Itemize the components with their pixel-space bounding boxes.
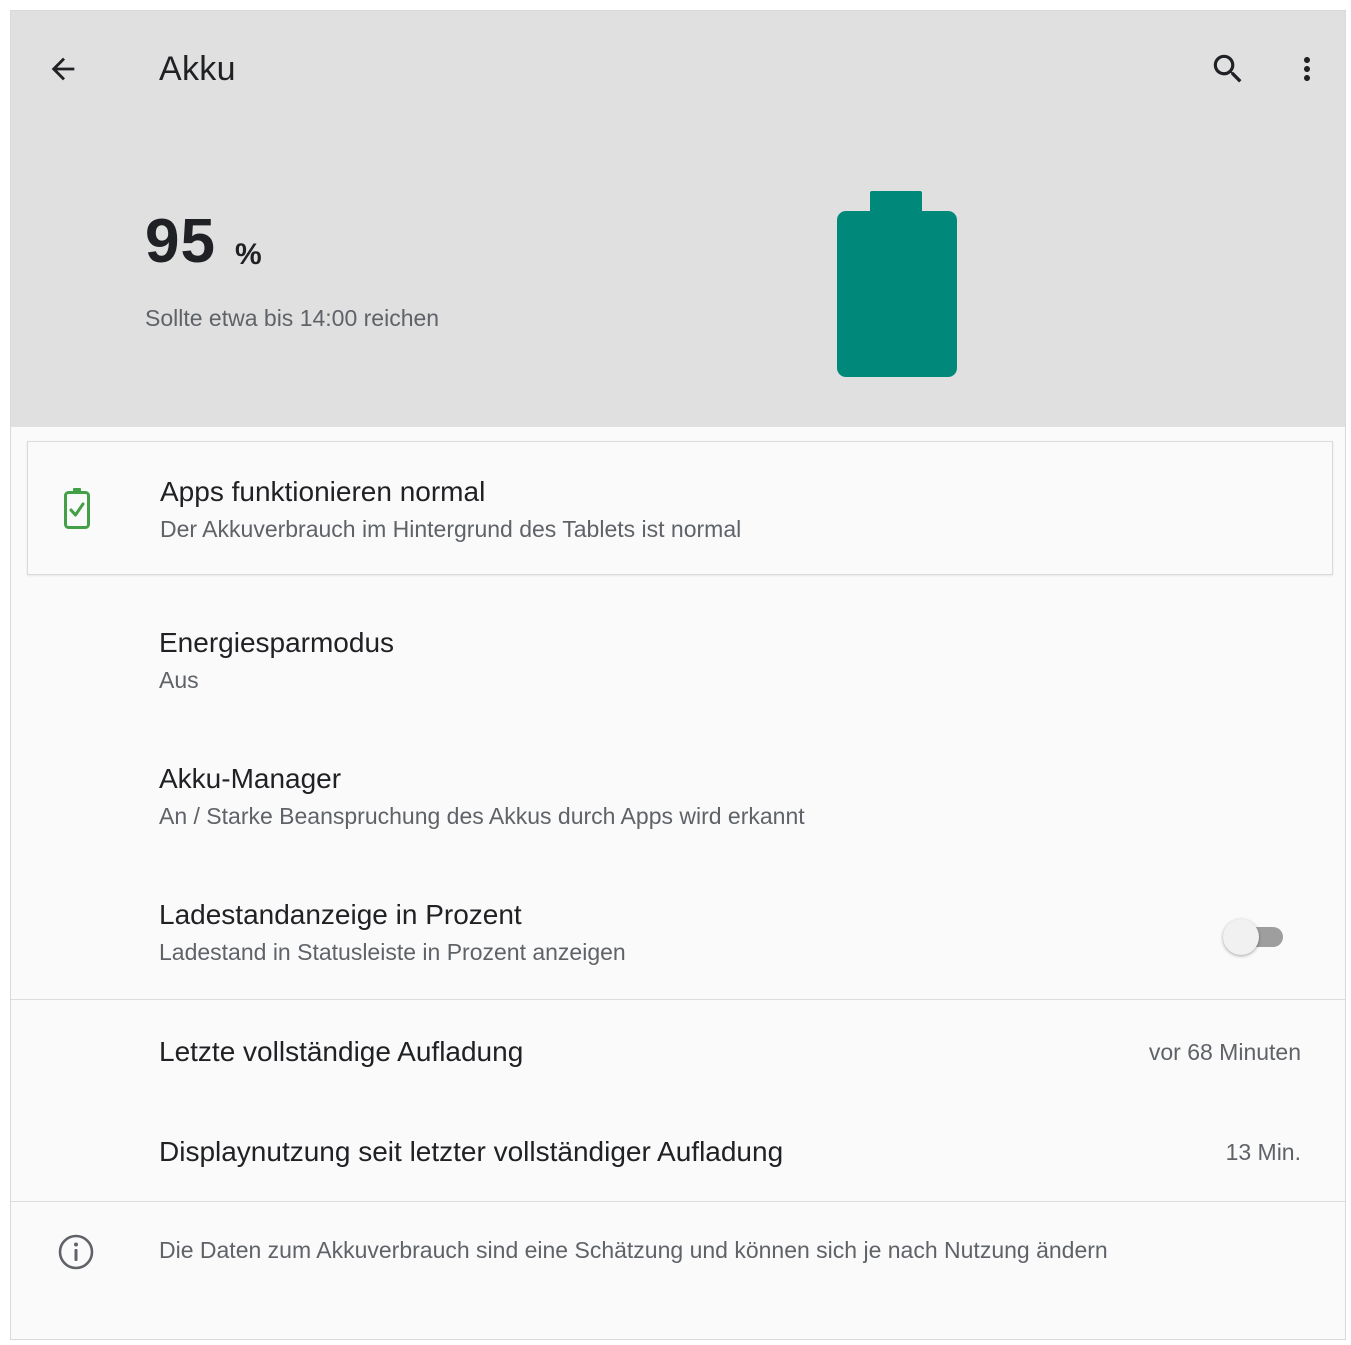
battery-level-value: 95 [145, 207, 216, 276]
tip-summary: Der Akkuverbrauch im Hintergrund des Tab… [160, 516, 742, 542]
divider [11, 999, 1345, 1000]
battery-tip-card[interactable]: Apps funktionieren normal Der Akkuverbra… [27, 441, 1333, 575]
screen-usage-value: 13 Min. [1225, 1139, 1301, 1165]
battery-settings-screen: Akku 95 % Sollte etwa bis 14:00 reichen … [10, 10, 1346, 1340]
battery-estimate: Sollte etwa bis 14:00 reichen [145, 305, 440, 331]
search-button[interactable] [1204, 45, 1252, 93]
arrow-back-icon [51, 57, 75, 81]
battery-header: Akku 95 % Sollte etwa bis 14:00 reichen [11, 11, 1345, 427]
battery-saver-title: Energiesparmodus [159, 627, 395, 658]
battery-fill [837, 211, 957, 377]
info-icon [58, 1234, 94, 1270]
battery-saver-summary: Aus [159, 667, 199, 693]
battery-check-icon [64, 488, 90, 529]
last-full-charge-value: vor 68 Minuten [1148, 1039, 1301, 1065]
battery-percentage-item[interactable]: Ladestandanzeige in Prozent Ladestand in… [11, 879, 1345, 999]
tip-title: Apps funktionieren normal [160, 476, 486, 507]
battery-manager-item[interactable]: Akku-Manager An / Starke Beanspruchung d… [11, 743, 1345, 863]
battery-saver-item[interactable]: Energiesparmodus Aus [11, 607, 1345, 727]
divider [11, 1201, 1345, 1202]
last-full-charge-title: Letzte vollständige Aufladung [159, 1036, 524, 1067]
toggle-thumb [1223, 919, 1259, 955]
battery-manager-title: Akku-Manager [159, 763, 342, 794]
more-options-button[interactable] [1283, 45, 1331, 93]
search-icon [1213, 54, 1242, 83]
back-button[interactable] [39, 45, 87, 93]
page-title: Akku [159, 50, 236, 88]
battery-percentage-toggle[interactable] [1219, 917, 1287, 957]
usage-disclaimer: Die Daten zum Akkuverbrauch sind eine Sc… [159, 1237, 1108, 1263]
screen-usage-item[interactable]: Displaynutzung seit letzter vollständige… [11, 1111, 1345, 1201]
battery-level-graphic [835, 189, 959, 379]
last-full-charge-item[interactable]: Letzte vollständige Aufladung vor 68 Min… [11, 1011, 1345, 1101]
battery-percentage-summary: Ladestand in Statusleiste in Prozent anz… [159, 939, 626, 965]
screen-usage-title: Displaynutzung seit letzter vollständige… [159, 1136, 784, 1167]
battery-manager-summary: An / Starke Beanspruchung des Akkus durc… [159, 803, 805, 829]
battery-percentage-title: Ladestandanzeige in Prozent [159, 899, 522, 930]
battery-level-unit: % [235, 238, 262, 271]
more-vert-icon [1304, 57, 1310, 81]
